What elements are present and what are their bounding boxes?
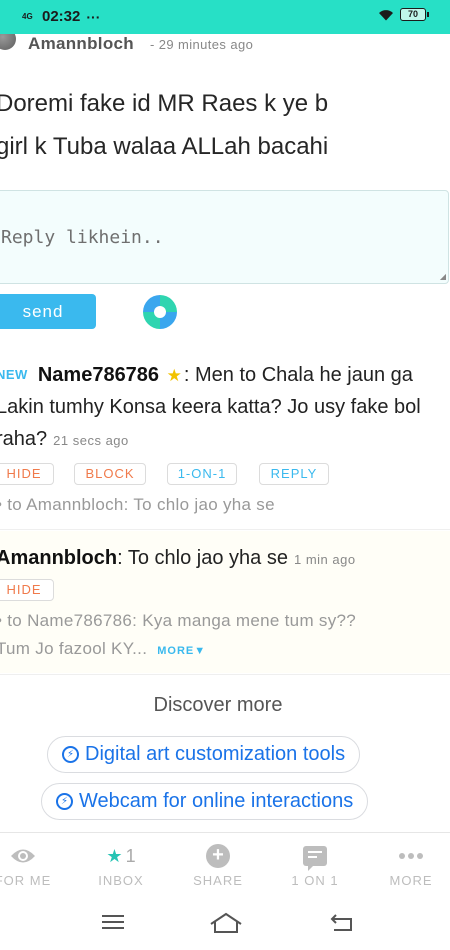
bottom-nav: FOR ME ★ 1 INBOX + SHARE 1 ON 1 MORE (0, 832, 450, 898)
lightning-icon: ⚡ (56, 793, 73, 810)
send-button[interactable]: send (0, 294, 96, 329)
eye-icon (0, 843, 68, 869)
discover-chip-label: Digital art customization tools (85, 743, 346, 765)
comment-time: 1 min ago (293, 552, 356, 567)
more-dots-icon (366, 843, 450, 869)
status-time: 02:32 (42, 8, 81, 25)
reply-input[interactable] (0, 191, 448, 283)
inbox-count: 1 (125, 845, 136, 866)
comment-time: 21 secs ago (53, 433, 129, 448)
menu-icon[interactable] (100, 912, 130, 936)
notification-dots: ··· (86, 8, 101, 25)
status-bar: 4G 02:32 ··· 70 (0, 0, 450, 34)
plus-icon: + (206, 844, 230, 868)
star-icon: ★ (106, 845, 123, 866)
hide-button[interactable]: HIDE (0, 579, 54, 601)
nav-label: SHARE (193, 873, 243, 888)
system-nav-bar (0, 898, 450, 950)
reply-button[interactable]: REPLY (259, 463, 329, 485)
discover-chip[interactable]: ⚡ Digital art customization tools (47, 736, 361, 773)
comment-text-line-2: Lakin tumhy Konsa keera katta? Jo usy fa… (0, 396, 421, 418)
nav-label: INBOX (98, 873, 144, 888)
more-link[interactable]: MORE▼ (157, 645, 206, 657)
comment-username[interactable]: Amannbloch (0, 547, 117, 569)
home-icon[interactable] (208, 912, 244, 936)
nav-share[interactable]: + SHARE (173, 843, 263, 888)
discover-title: Discover more (153, 694, 283, 716)
lightning-icon: ⚡ (62, 746, 79, 763)
resize-handle-icon[interactable]: ◢ (440, 272, 446, 281)
nav-label: MORE (389, 873, 433, 888)
post-author-row: Amannbloch - 29 minutes ago (0, 34, 450, 54)
post-text-line-2: girl k Tuba walaa ALLah bacahi (0, 133, 329, 160)
block-button[interactable]: BLOCK (74, 463, 146, 485)
one-on-one-button[interactable]: 1-ON-1 (167, 463, 237, 485)
back-icon[interactable] (328, 912, 358, 936)
divider (0, 529, 450, 530)
nav-more[interactable]: MORE (366, 843, 450, 888)
reply-textarea[interactable]: ◢ (0, 190, 449, 284)
reply-preview-line-2[interactable]: Tum Jo fazool KY... (0, 639, 147, 658)
chat-icon (303, 846, 327, 871)
reply-preview[interactable]: • to Amannbloch: To chlo jao yha se (0, 495, 275, 515)
signal-icon: 4G (22, 11, 33, 21)
star-icon: ★ (166, 366, 182, 385)
post-text-line-1: Doremi fake id MR Raes k ye b (0, 90, 329, 117)
hide-button[interactable]: HIDE (0, 463, 54, 485)
wifi-icon (378, 9, 394, 21)
nav-label: FOR ME (0, 873, 52, 888)
avatar[interactable] (0, 34, 16, 50)
post-author-name[interactable]: Amannbloch (28, 34, 134, 54)
nav-inbox[interactable]: ★ 1 INBOX (76, 843, 166, 889)
nav-label: 1 ON 1 (291, 873, 339, 888)
comment-item: NEW Name786786 ★: Men to Chala he jaun ga… (0, 352, 450, 528)
nav-one-on-one[interactable]: 1 ON 1 (270, 843, 360, 888)
nav-for-me[interactable]: FOR ME (0, 843, 68, 888)
comment-text: : To chlo jao yha se (117, 547, 288, 569)
post-time: - 29 minutes ago (150, 37, 254, 52)
comment-item: Amannbloch: To chlo jao yha se 1 min ago … (0, 531, 450, 673)
divider (0, 674, 450, 675)
battery-icon: 70 (400, 8, 429, 21)
comment-username[interactable]: Name786786 (38, 364, 159, 386)
discover-chip-label: Webcam for online interactions (79, 790, 354, 812)
reply-preview-line-1[interactable]: • to Name786786: Kya manga mene tum sy?? (0, 611, 356, 631)
post-text: Doremi fake id MR Raes k ye b girl k Tub… (0, 82, 450, 168)
new-badge: NEW (0, 367, 28, 382)
discover-chip[interactable]: ⚡ Webcam for online interactions (41, 783, 369, 820)
comment-text-line-3: raha? (0, 428, 48, 450)
comment-text-line-1: : Men to Chala he jaun ga (183, 364, 413, 386)
loading-spinner-icon (143, 295, 177, 329)
